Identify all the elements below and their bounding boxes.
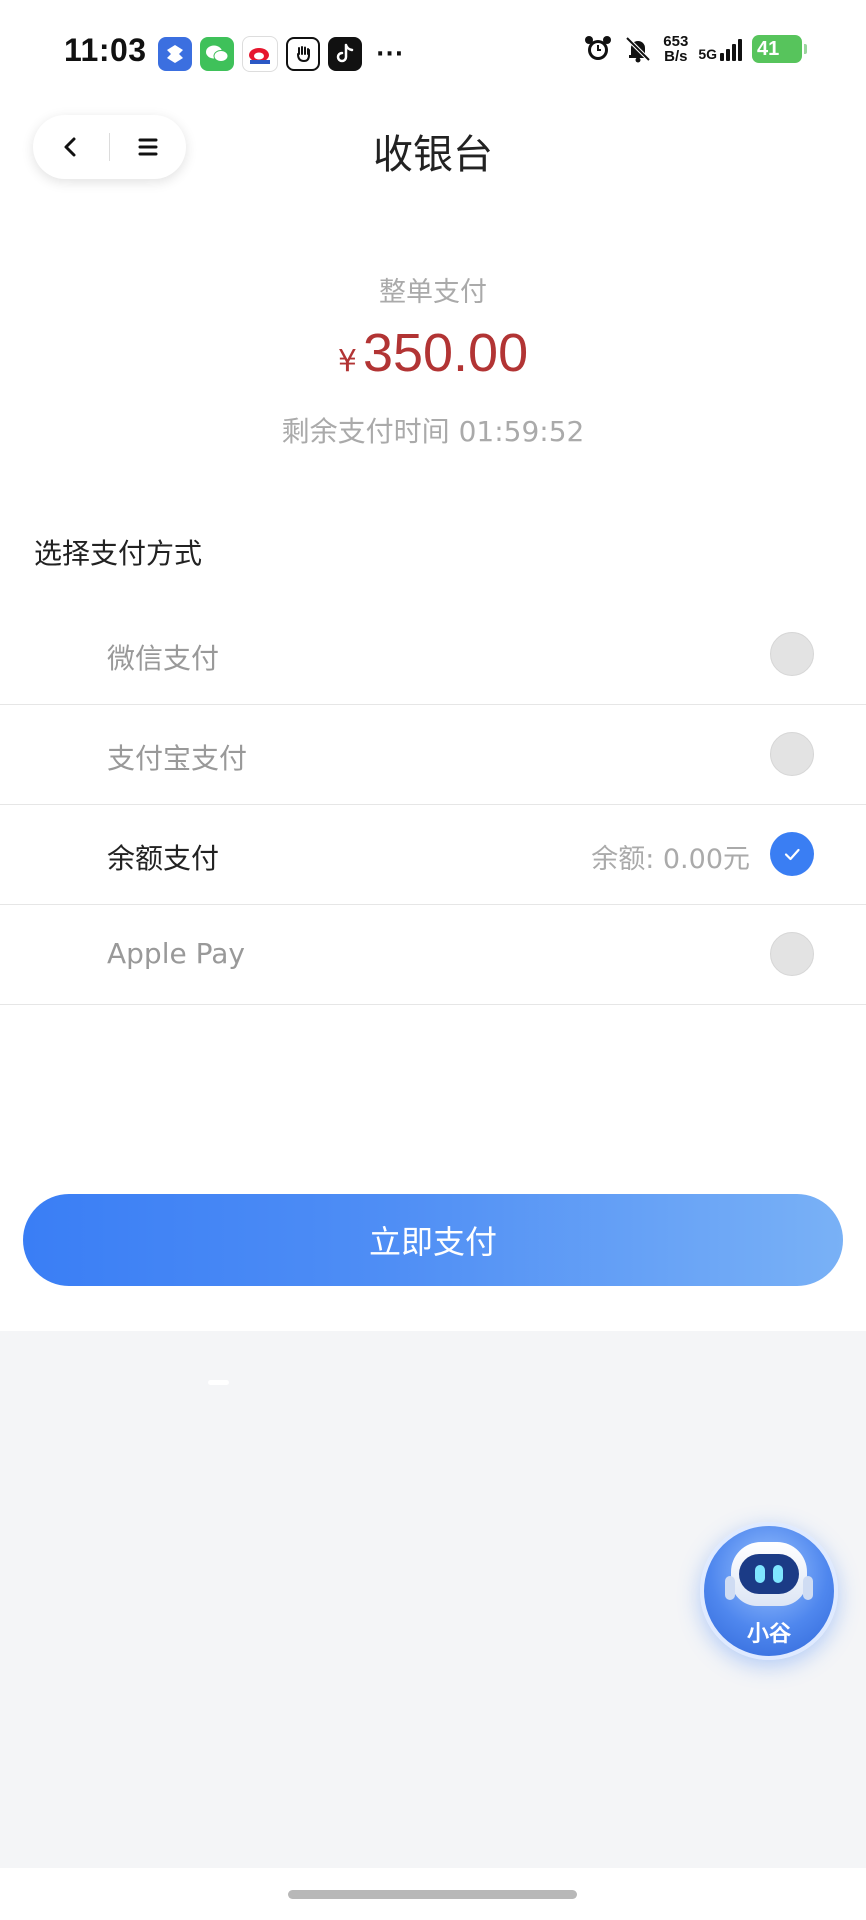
radio-checked-icon[interactable] xyxy=(770,832,814,876)
radio-unchecked-icon[interactable] xyxy=(770,932,814,976)
method-label: 微信支付 xyxy=(107,642,220,675)
payment-method-apple-pay[interactable]: Apple Pay xyxy=(0,905,866,1005)
robot-icon xyxy=(725,1542,813,1606)
wechat-icon xyxy=(200,37,234,71)
cellular-signal: 5G xyxy=(698,37,742,61)
checkout-page: 11:03 ··· 653 B/s 5G 41 收银台 整单支付 ¥ 350.0… xyxy=(0,0,866,1920)
sina-icon xyxy=(242,36,278,72)
method-label: 支付宝支付 xyxy=(107,742,248,775)
pay-now-button[interactable]: 立即支付 xyxy=(23,1194,843,1286)
payment-method-balance[interactable]: 余额支付 余额: 0.00元 xyxy=(0,805,866,905)
tiktok-icon xyxy=(328,37,362,71)
battery-level: 41 xyxy=(757,37,780,60)
assistant-button[interactable]: 小谷 xyxy=(700,1522,838,1660)
method-label: Apple Pay xyxy=(107,937,245,970)
bell-off-icon xyxy=(625,36,651,63)
home-indicator[interactable] xyxy=(288,1890,577,1899)
checkmark-icon xyxy=(784,848,800,861)
app-icon-blue xyxy=(158,37,192,71)
speed-value: 653 xyxy=(663,33,689,50)
amount-value: 350.00 xyxy=(362,323,529,383)
robot-ear-left xyxy=(725,1576,735,1600)
robot-eye-right xyxy=(773,1565,783,1583)
hand-icon xyxy=(286,37,320,71)
more-notifications-icon: ··· xyxy=(376,41,405,67)
currency-symbol: ¥ xyxy=(337,344,357,379)
status-indicators: 653 B/s 5G 41 xyxy=(583,34,807,64)
page-title: 收银台 xyxy=(373,132,493,178)
robot-eye-left xyxy=(755,1565,765,1583)
order-type-label: 整单支付 xyxy=(379,277,487,308)
alarm-icon xyxy=(585,36,612,60)
status-bar: 11:03 ··· 653 B/s 5G 41 xyxy=(0,0,866,108)
payment-method-alipay[interactable]: 支付宝支付 xyxy=(0,705,866,805)
status-time: 11:03 xyxy=(64,32,147,68)
network-speed: 653 B/s xyxy=(663,34,688,64)
radio-unchecked-icon[interactable] xyxy=(770,632,814,676)
assistant-label: 小谷 xyxy=(746,1622,791,1647)
signal-icon xyxy=(720,37,742,61)
payment-methods-list: 微信支付 支付宝支付 余额支付 余额: 0.00元 Apple Pay xyxy=(0,605,866,1005)
network-type: 5G xyxy=(698,46,717,62)
decorative-dash xyxy=(208,1380,229,1385)
battery-icon: 41 xyxy=(752,35,807,63)
payment-countdown: 剩余支付时间 01:59:52 xyxy=(281,415,585,448)
amount-display: ¥350.00 xyxy=(0,322,866,384)
notification-app-icons: ··· xyxy=(158,36,404,72)
robot-face xyxy=(739,1554,799,1594)
method-label: 余额支付 xyxy=(107,842,220,875)
balance-amount: 余额: 0.00元 xyxy=(591,844,750,875)
radio-unchecked-icon[interactable] xyxy=(770,732,814,776)
payment-section-title: 选择支付方式 xyxy=(34,537,203,570)
speed-unit: B/s xyxy=(664,48,688,65)
robot-ear-right xyxy=(803,1576,813,1600)
payment-method-wechat[interactable]: 微信支付 xyxy=(0,605,866,705)
battery-tip xyxy=(804,44,807,54)
